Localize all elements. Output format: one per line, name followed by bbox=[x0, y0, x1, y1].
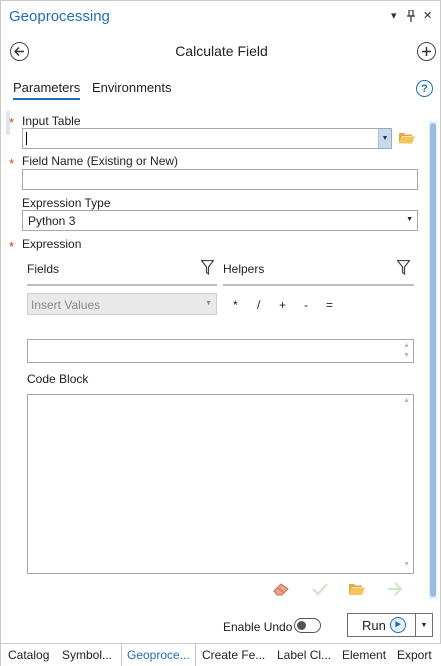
tab-catalog[interactable]: Catalog bbox=[8, 648, 49, 662]
run-label: Run bbox=[362, 618, 386, 633]
tab-environments[interactable]: Environments bbox=[92, 80, 171, 95]
enable-undo-label: Enable Undo bbox=[223, 620, 293, 634]
bottom-tab-strip: Catalog Symbol... Geoproce... Create Fe.… bbox=[1, 643, 441, 666]
operator-multiply-button[interactable]: * bbox=[233, 298, 238, 312]
eraser-icon[interactable] bbox=[272, 581, 290, 597]
helpers-divider bbox=[223, 284, 414, 286]
input-table-label: Input Table bbox=[22, 114, 81, 128]
insert-values-label: Insert Values bbox=[31, 298, 101, 312]
operator-add-button[interactable]: + bbox=[279, 298, 286, 312]
scroll-up-icon[interactable]: ▲ bbox=[403, 397, 410, 404]
tab-symbology[interactable]: Symbol... bbox=[62, 648, 112, 662]
fields-header: Fields bbox=[27, 262, 60, 276]
fields-divider bbox=[27, 284, 217, 286]
input-table-field[interactable]: ▼ bbox=[22, 128, 392, 149]
chevron-down-icon: ▼ bbox=[406, 216, 413, 223]
folder-open-icon[interactable] bbox=[348, 581, 366, 597]
browse-folder-icon[interactable] bbox=[399, 132, 415, 144]
field-name-label: Field Name (Existing or New) bbox=[22, 154, 179, 168]
text-caret bbox=[26, 132, 27, 145]
scroll-up-icon[interactable]: ▲ bbox=[403, 342, 410, 349]
scrollbar-thumb[interactable] bbox=[430, 123, 436, 597]
tab-parameters[interactable]: Parameters bbox=[13, 80, 81, 100]
tab-label-class[interactable]: Label Cl... bbox=[277, 648, 331, 662]
expression-type-value: Python 3 bbox=[28, 214, 76, 228]
run-button[interactable]: Run bbox=[347, 613, 416, 637]
check-icon[interactable] bbox=[311, 581, 329, 597]
insert-values-select: Insert Values ▼ bbox=[27, 293, 217, 315]
chevron-down-icon: ▼ bbox=[205, 300, 212, 307]
tool-title: Calculate Field bbox=[175, 43, 268, 59]
pane-title: Geoprocessing bbox=[9, 8, 110, 25]
code-block-label: Code Block bbox=[27, 372, 89, 386]
helpers-filter-icon[interactable] bbox=[397, 260, 410, 275]
add-button[interactable] bbox=[417, 42, 436, 61]
tab-export[interactable]: Export bbox=[397, 648, 432, 662]
operator-divide-button[interactable]: / bbox=[257, 298, 260, 312]
input-table-dropdown-button[interactable]: ▼ bbox=[378, 129, 391, 148]
helpers-header: Helpers bbox=[223, 262, 265, 276]
required-star-icon: * bbox=[9, 115, 15, 130]
scroll-down-icon[interactable]: ▼ bbox=[403, 561, 410, 568]
tab-element[interactable]: Element bbox=[342, 648, 386, 662]
pane-menu-button[interactable]: ▾ bbox=[391, 9, 397, 22]
fields-filter-icon[interactable] bbox=[201, 260, 214, 275]
expression-type-select[interactable]: Python 3 ▼ bbox=[22, 210, 418, 231]
code-block-input[interactable]: ▲ ▼ bbox=[27, 394, 414, 574]
geoprocessing-pane: Geoprocessing ▾ ✕ Calculate Field Parame… bbox=[0, 0, 441, 666]
tab-geoprocessing[interactable]: Geoproce... bbox=[121, 644, 196, 666]
enable-undo-toggle[interactable] bbox=[294, 618, 321, 633]
expression-type-label: Expression Type bbox=[22, 196, 111, 210]
operator-equals-button[interactable]: = bbox=[326, 298, 333, 312]
expression-label: Expression bbox=[22, 237, 82, 251]
add-icon bbox=[422, 47, 431, 56]
operator-subtract-button[interactable]: - bbox=[304, 298, 308, 312]
run-options-dropdown[interactable]: ▼ bbox=[416, 613, 433, 637]
help-icon[interactable]: ? bbox=[416, 80, 433, 97]
field-name-input[interactable] bbox=[22, 169, 418, 190]
close-pane-button[interactable]: ✕ bbox=[423, 9, 432, 22]
pin-icon[interactable] bbox=[406, 10, 416, 22]
play-icon bbox=[390, 617, 406, 633]
arrow-right-icon[interactable] bbox=[386, 581, 404, 597]
vertical-scrollbar[interactable] bbox=[429, 121, 437, 599]
scroll-down-icon[interactable]: ▼ bbox=[403, 352, 410, 359]
tab-create-features[interactable]: Create Fe... bbox=[202, 648, 265, 662]
toggle-knob bbox=[297, 621, 306, 630]
expression-input[interactable]: ▲ ▼ bbox=[27, 339, 414, 363]
required-star-icon: * bbox=[9, 239, 15, 254]
required-star-icon: * bbox=[9, 156, 15, 171]
